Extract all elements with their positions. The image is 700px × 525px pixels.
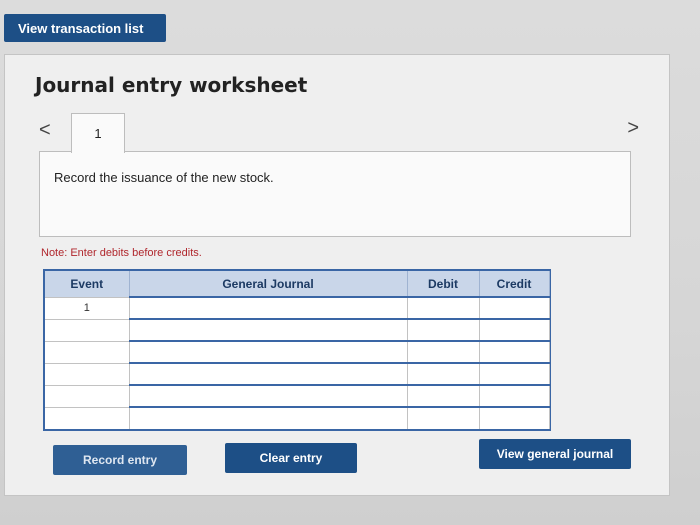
debit-input[interactable] <box>407 384 480 407</box>
table-row: 1 <box>45 296 550 319</box>
event-cell <box>45 384 130 407</box>
account-select[interactable] <box>128 318 408 341</box>
account-select[interactable] <box>128 296 408 319</box>
table-row <box>45 406 550 429</box>
record-entry-button[interactable]: Record entry <box>53 445 187 475</box>
debit-input[interactable] <box>407 318 480 341</box>
view-general-journal-button[interactable]: View general journal <box>479 439 631 469</box>
credit-input[interactable] <box>479 384 550 407</box>
table-row <box>45 384 550 407</box>
credit-input[interactable] <box>479 318 550 341</box>
general-journal-column-header: General Journal <box>129 271 408 297</box>
debit-input[interactable] <box>407 296 480 319</box>
event-cell <box>45 406 130 429</box>
journal-entry-table: Event General Journal Debit Credit 1 <box>43 269 551 431</box>
view-transaction-list-button[interactable]: View transaction list <box>4 14 166 42</box>
event-cell <box>45 340 130 363</box>
event-cell <box>45 362 130 385</box>
account-select[interactable] <box>128 362 408 385</box>
credit-input[interactable] <box>479 340 550 363</box>
prompt-text: Record the issuance of the new stock. <box>54 170 274 185</box>
credit-input[interactable] <box>479 406 550 429</box>
table-row <box>45 340 550 363</box>
chevron-right-icon[interactable]: > <box>627 117 639 140</box>
account-select[interactable] <box>128 406 408 429</box>
event-column-header: Event <box>45 271 130 297</box>
account-select[interactable] <box>128 384 408 407</box>
debit-credit-note: Note: Enter debits before credits. <box>41 247 202 259</box>
debit-column-header: Debit <box>407 271 480 297</box>
account-select[interactable] <box>128 340 408 363</box>
table-row <box>45 318 550 341</box>
debit-input[interactable] <box>407 340 480 363</box>
clear-entry-button[interactable]: Clear entry <box>225 443 357 473</box>
table-row <box>45 362 550 385</box>
event-cell: 1 <box>45 296 130 319</box>
worksheet-panel: Journal entry worksheet < 1 > Record the… <box>4 54 670 496</box>
credit-input[interactable] <box>479 296 550 319</box>
credit-input[interactable] <box>479 362 550 385</box>
worksheet-title: Journal entry worksheet <box>35 73 308 97</box>
debit-input[interactable] <box>407 362 480 385</box>
prompt-box: Record the issuance of the new stock. <box>39 151 631 237</box>
credit-column-header: Credit <box>479 271 550 297</box>
debit-input[interactable] <box>407 406 480 429</box>
chevron-left-icon[interactable]: < <box>39 119 51 142</box>
tab-1[interactable]: 1 <box>71 113 125 153</box>
event-cell <box>45 318 130 341</box>
